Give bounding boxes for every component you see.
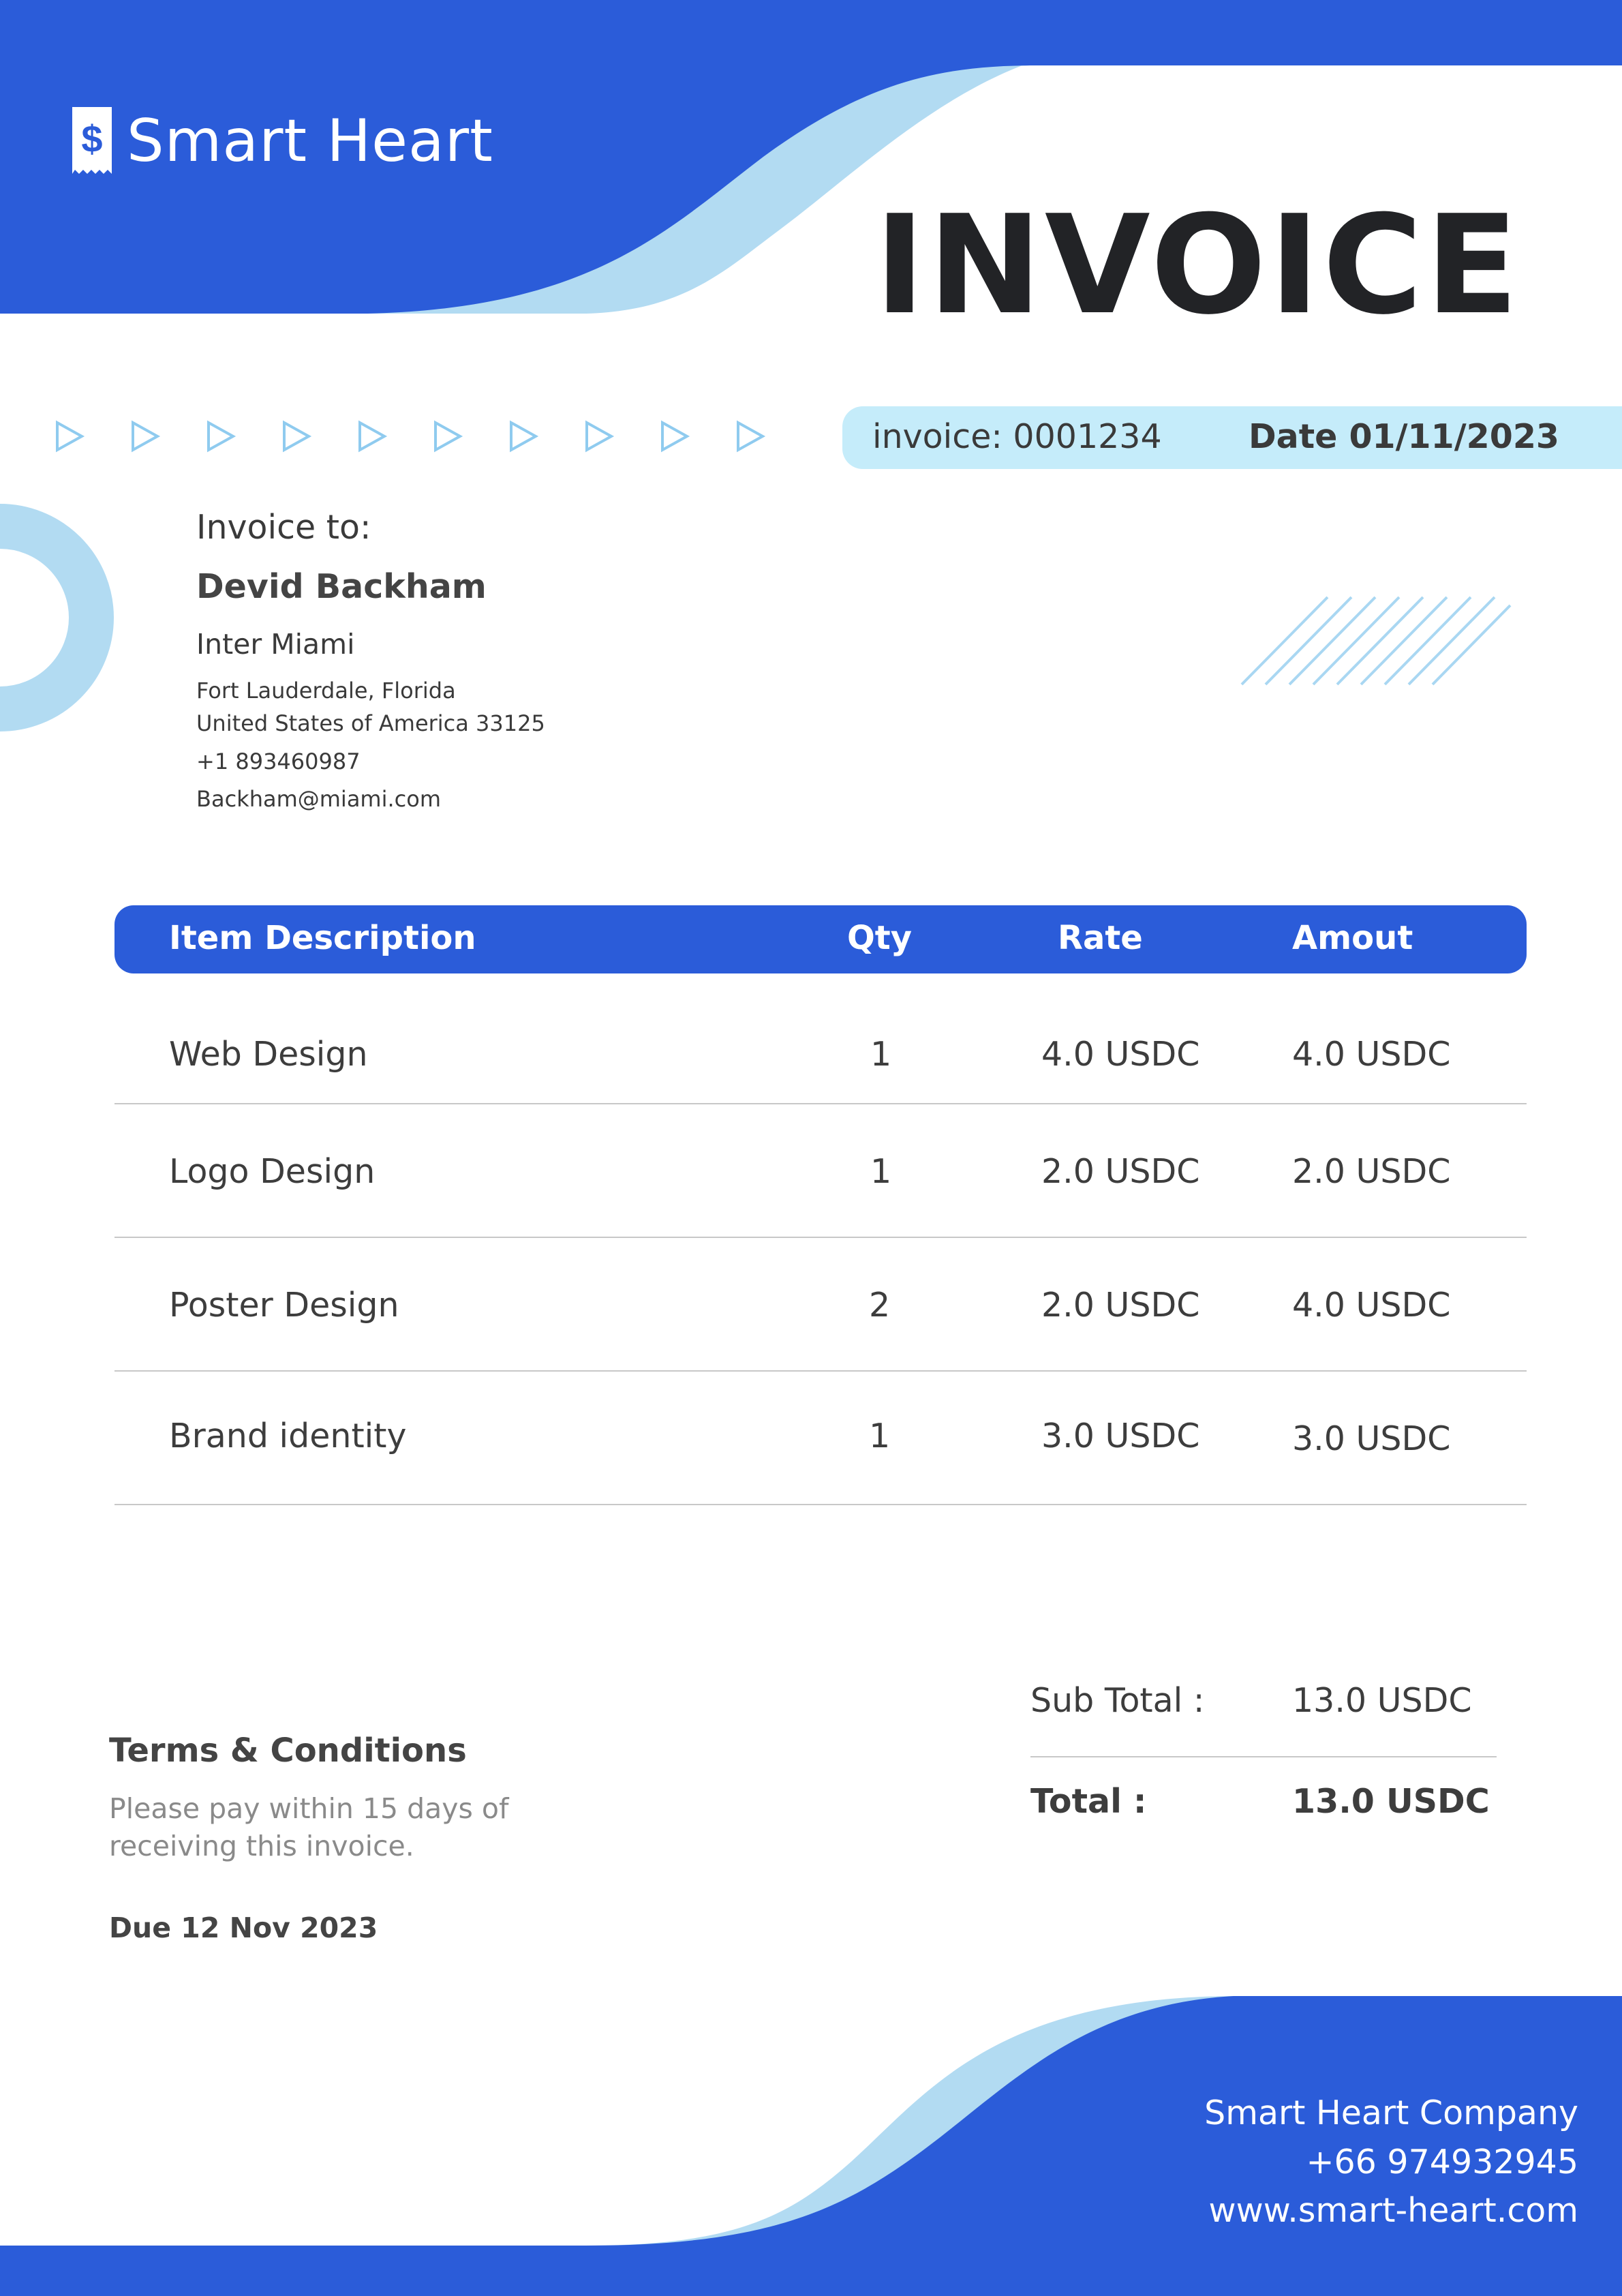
brand-name: Smart Heart: [127, 107, 493, 175]
row-divider: [114, 1370, 1527, 1372]
row-divider: [114, 1103, 1527, 1104]
left-ring: [0, 504, 114, 731]
bill-to-label: Invoice to:: [196, 508, 371, 547]
client-address-line1: Fort Lauderdale, Florida: [196, 677, 456, 704]
brand-logo: $ Smart Heart: [70, 106, 493, 177]
row-4-rate: 3.0 USDC: [1041, 1417, 1200, 1455]
row-1-description: Web Design: [169, 1035, 368, 1074]
terms-title: Terms & Conditions: [109, 1732, 467, 1770]
bill-to-block: Invoice to: Devid Backham Inter Miami Fo…: [196, 508, 545, 812]
row-divider: [114, 1504, 1527, 1505]
row-divider: [114, 1237, 1527, 1238]
row-1-qty: 1: [870, 1035, 892, 1074]
client-address-line2: United States of America 33125: [196, 710, 545, 737]
row-4-qty: 1: [869, 1417, 891, 1455]
terms-text: Please pay within 15 days of receiving t…: [109, 1792, 509, 1863]
hatch-lines: [1240, 596, 1512, 686]
client-email: Backham@miami.com: [196, 785, 441, 812]
footer-phone: +66 974932945: [1306, 2142, 1578, 2181]
row-4-amount: 3.0 USDC: [1292, 1419, 1451, 1458]
footer-bottom-strip: [0, 2246, 1622, 2296]
footer-company: Smart Heart Company: [1204, 2094, 1578, 2132]
row-3-rate: 2.0 USDC: [1041, 1286, 1200, 1325]
subtotal-label: Sub Total :: [1030, 1681, 1205, 1720]
footer-website[interactable]: www.smart-heart.com: [1204, 2186, 1578, 2235]
row-2-amount: 2.0 USDC: [1292, 1152, 1451, 1191]
dollar-receipt-icon: $: [72, 107, 112, 174]
client-phone: +1 893460987: [196, 748, 361, 774]
row-2-description: Logo Design: [169, 1152, 376, 1191]
row-3-qty: 2: [869, 1286, 891, 1325]
document-title: INVOICE: [874, 186, 1521, 345]
logo-glyph: $: [81, 117, 102, 160]
total-label: Total :: [1030, 1782, 1147, 1821]
row-4-description: Brand identity: [169, 1417, 407, 1455]
client-company: Inter Miami: [196, 627, 355, 661]
totals-divider: [1030, 1756, 1497, 1757]
row-2-qty: 1: [870, 1152, 892, 1191]
client-name: Devid Backham: [196, 567, 487, 606]
header-description: Item Description: [169, 919, 476, 957]
header-amount: Amout: [1292, 919, 1413, 957]
subtotal-value: 13.0 USDC: [1292, 1681, 1472, 1720]
row-1-amount: 4.0 USDC: [1292, 1035, 1451, 1074]
header-rate: Rate: [1058, 919, 1143, 957]
row-3-amount: 4.0 USDC: [1292, 1286, 1451, 1325]
total-value: 13.0 USDC: [1292, 1782, 1490, 1821]
header-qty: Qty: [847, 919, 913, 957]
footer-contact: Smart Heart Company +66 974932945 www.sm…: [1204, 2089, 1578, 2235]
invoice-date: Date 01/11/2023: [1249, 417, 1560, 456]
due-date: Due 12 Nov 2023: [109, 1912, 378, 1944]
row-3-description: Poster Design: [169, 1286, 399, 1325]
row-1-rate: 4.0 USDC: [1041, 1035, 1200, 1074]
row-2-rate: 2.0 USDC: [1041, 1152, 1200, 1191]
invoice-number: invoice: 0001234: [872, 417, 1162, 456]
triangle-row: [56, 420, 766, 453]
